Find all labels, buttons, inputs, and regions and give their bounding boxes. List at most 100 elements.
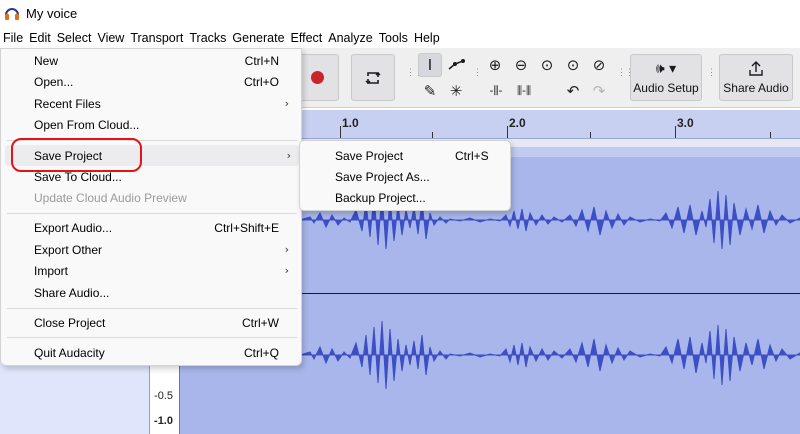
audio-setup-button[interactable]: 🕪 ▾ Audio Setup <box>630 54 702 101</box>
audacity-logo-icon <box>5 6 19 20</box>
trim-icon: -⫼- <box>489 84 503 97</box>
annotation-highlight-ring <box>11 138 142 172</box>
chevron-right-icon: › <box>284 243 289 256</box>
share-audio-label: Share Audio <box>723 80 789 95</box>
ruler-tick <box>507 126 508 138</box>
loop-button[interactable] <box>351 54 395 101</box>
fit-selection-button[interactable]: ⊙ <box>535 53 559 77</box>
toolbar-grip[interactable]: ⋮⋮ <box>406 68 423 82</box>
title-bar: My voice <box>0 0 800 26</box>
menu-item-export-other[interactable]: Export Other › <box>1 239 301 260</box>
ruler-tick <box>340 126 341 138</box>
fit-selection-icon: ⊙ <box>540 56 554 74</box>
menu-item-close-project[interactable]: Close Project Ctrl+W <box>1 312 301 333</box>
save-project-submenu: Save Project Ctrl+S Save Project As... B… <box>299 140 511 211</box>
ruler-label: 3.0 <box>677 116 694 130</box>
menu-item-new[interactable]: New Ctrl+N <box>1 50 301 71</box>
multi-tool-button[interactable]: ✳ <box>444 79 468 103</box>
selection-tool-button[interactable]: I <box>418 53 442 77</box>
envelope-tool-icon <box>448 59 465 70</box>
menu-help[interactable]: Help <box>411 31 443 45</box>
trim-button[interactable]: -⫼- <box>483 79 509 103</box>
menu-file[interactable]: File <box>0 31 26 45</box>
menu-separator <box>7 308 297 309</box>
zoom-out-button[interactable]: ⊖ <box>509 53 533 77</box>
waveform-channel-right <box>300 320 800 390</box>
menu-item-label: Import <box>34 263 69 278</box>
record-icon <box>310 71 324 84</box>
ruler-label: 2.0 <box>509 116 526 130</box>
chevron-right-icon: › <box>284 97 289 110</box>
chevron-right-icon: › <box>286 149 291 162</box>
menu-item-label: Open... <box>34 74 74 89</box>
ruler-tick <box>590 132 591 138</box>
share-icon <box>749 60 763 76</box>
menu-edit[interactable]: Edit <box>26 31 54 45</box>
undo-icon: ↶ <box>566 82 580 100</box>
menu-analyze[interactable]: Analyze <box>325 31 375 45</box>
menu-item-label: Save Project As... <box>335 170 430 184</box>
submenu-item-save-project-as[interactable]: Save Project As... <box>300 166 510 187</box>
multi-tool-icon: ✳ <box>449 82 463 100</box>
timeline-ruler[interactable]: 1.0 2.0 3.0 <box>300 110 800 139</box>
submenu-item-backup-project[interactable]: Backup Project... <box>300 187 510 208</box>
menu-bar: File Edit Select View Transport Tracks G… <box>0 27 800 48</box>
share-audio-button[interactable]: Share Audio <box>719 54 793 101</box>
menu-item-shortcut: Ctrl+Shift+E <box>214 220 279 235</box>
menu-select[interactable]: Select <box>54 31 95 45</box>
silence-icon: ⫼-⫼ <box>516 84 532 97</box>
chevron-right-icon: › <box>284 264 289 277</box>
loop-icon <box>365 71 381 84</box>
menu-separator <box>7 337 297 338</box>
fit-project-button[interactable]: ⊙ <box>561 53 585 77</box>
selection-tool-icon: I <box>427 56 433 74</box>
toolbar-grip[interactable]: ⋮⋮ <box>473 68 490 82</box>
menu-item-label: Update Cloud Audio Preview <box>34 190 187 205</box>
menu-item-label: Save Project <box>335 149 404 163</box>
menu-effect[interactable]: Effect <box>288 31 326 45</box>
menu-item-label: Export Other <box>34 242 103 257</box>
toolbar-grip[interactable]: ⋮ <box>796 56 800 70</box>
redo-button: ↷ <box>587 79 611 103</box>
draw-tool-button[interactable]: ✎ <box>418 79 442 103</box>
redo-icon: ↷ <box>592 82 606 100</box>
menu-item-quit-audacity[interactable]: Quit Audacity Ctrl+Q <box>1 342 301 363</box>
draw-tool-icon: ✎ <box>423 82 437 100</box>
menu-item-label: Share Audio... <box>34 285 110 300</box>
silence-button[interactable]: ⫼-⫼ <box>511 79 537 103</box>
menu-item-label: Export Audio... <box>34 220 113 235</box>
menu-view[interactable]: View <box>94 31 127 45</box>
menu-item-label: New <box>34 53 59 68</box>
menu-item-shortcut: Ctrl+S <box>455 149 489 163</box>
zoom-out-icon: ⊖ <box>514 56 528 74</box>
ruler-tick <box>432 132 433 138</box>
ruler-label: 1.0 <box>342 116 359 130</box>
menu-transport[interactable]: Transport <box>127 31 186 45</box>
toolbar-grip[interactable]: ⋮⋮ <box>617 68 634 82</box>
menu-item-shortcut: Ctrl+N <box>244 53 279 68</box>
speaker-icon: 🕪 ▾ <box>655 60 677 77</box>
menu-item-share-audio[interactable]: Share Audio... <box>1 282 301 303</box>
menu-generate[interactable]: Generate <box>229 31 287 45</box>
menu-item-open-from-cloud[interactable]: Open From Cloud... <box>1 114 301 135</box>
menu-item-label: Close Project <box>34 315 106 330</box>
menu-item-import[interactable]: Import › <box>1 260 301 281</box>
toolbar-grip[interactable]: ⋮⋮ <box>707 68 724 82</box>
zoom-toggle-button[interactable]: ⊘ <box>587 53 611 77</box>
menu-item-label: Recent Files <box>34 96 101 111</box>
zoom-in-icon: ⊕ <box>488 56 502 74</box>
menu-item-update-cloud-audio-preview: Update Cloud Audio Preview <box>1 187 301 208</box>
menu-item-export-audio[interactable]: Export Audio... Ctrl+Shift+E <box>1 217 301 238</box>
envelope-tool-button[interactable] <box>444 53 468 77</box>
submenu-item-save-project[interactable]: Save Project Ctrl+S <box>300 145 510 166</box>
zoom-in-button[interactable]: ⊕ <box>483 53 507 77</box>
menu-item-recent-files[interactable]: Recent Files › <box>1 93 301 114</box>
scale-label: -1.0 <box>154 415 173 427</box>
menu-tracks[interactable]: Tracks <box>186 31 229 45</box>
undo-button[interactable]: ↶ <box>561 79 585 103</box>
menu-item-open[interactable]: Open... Ctrl+O <box>1 71 301 92</box>
menu-item-label: Backup Project... <box>335 191 426 205</box>
menu-tools[interactable]: Tools <box>376 31 411 45</box>
menu-item-shortcut: Ctrl+O <box>243 74 279 89</box>
window-title: My voice <box>26 5 78 21</box>
